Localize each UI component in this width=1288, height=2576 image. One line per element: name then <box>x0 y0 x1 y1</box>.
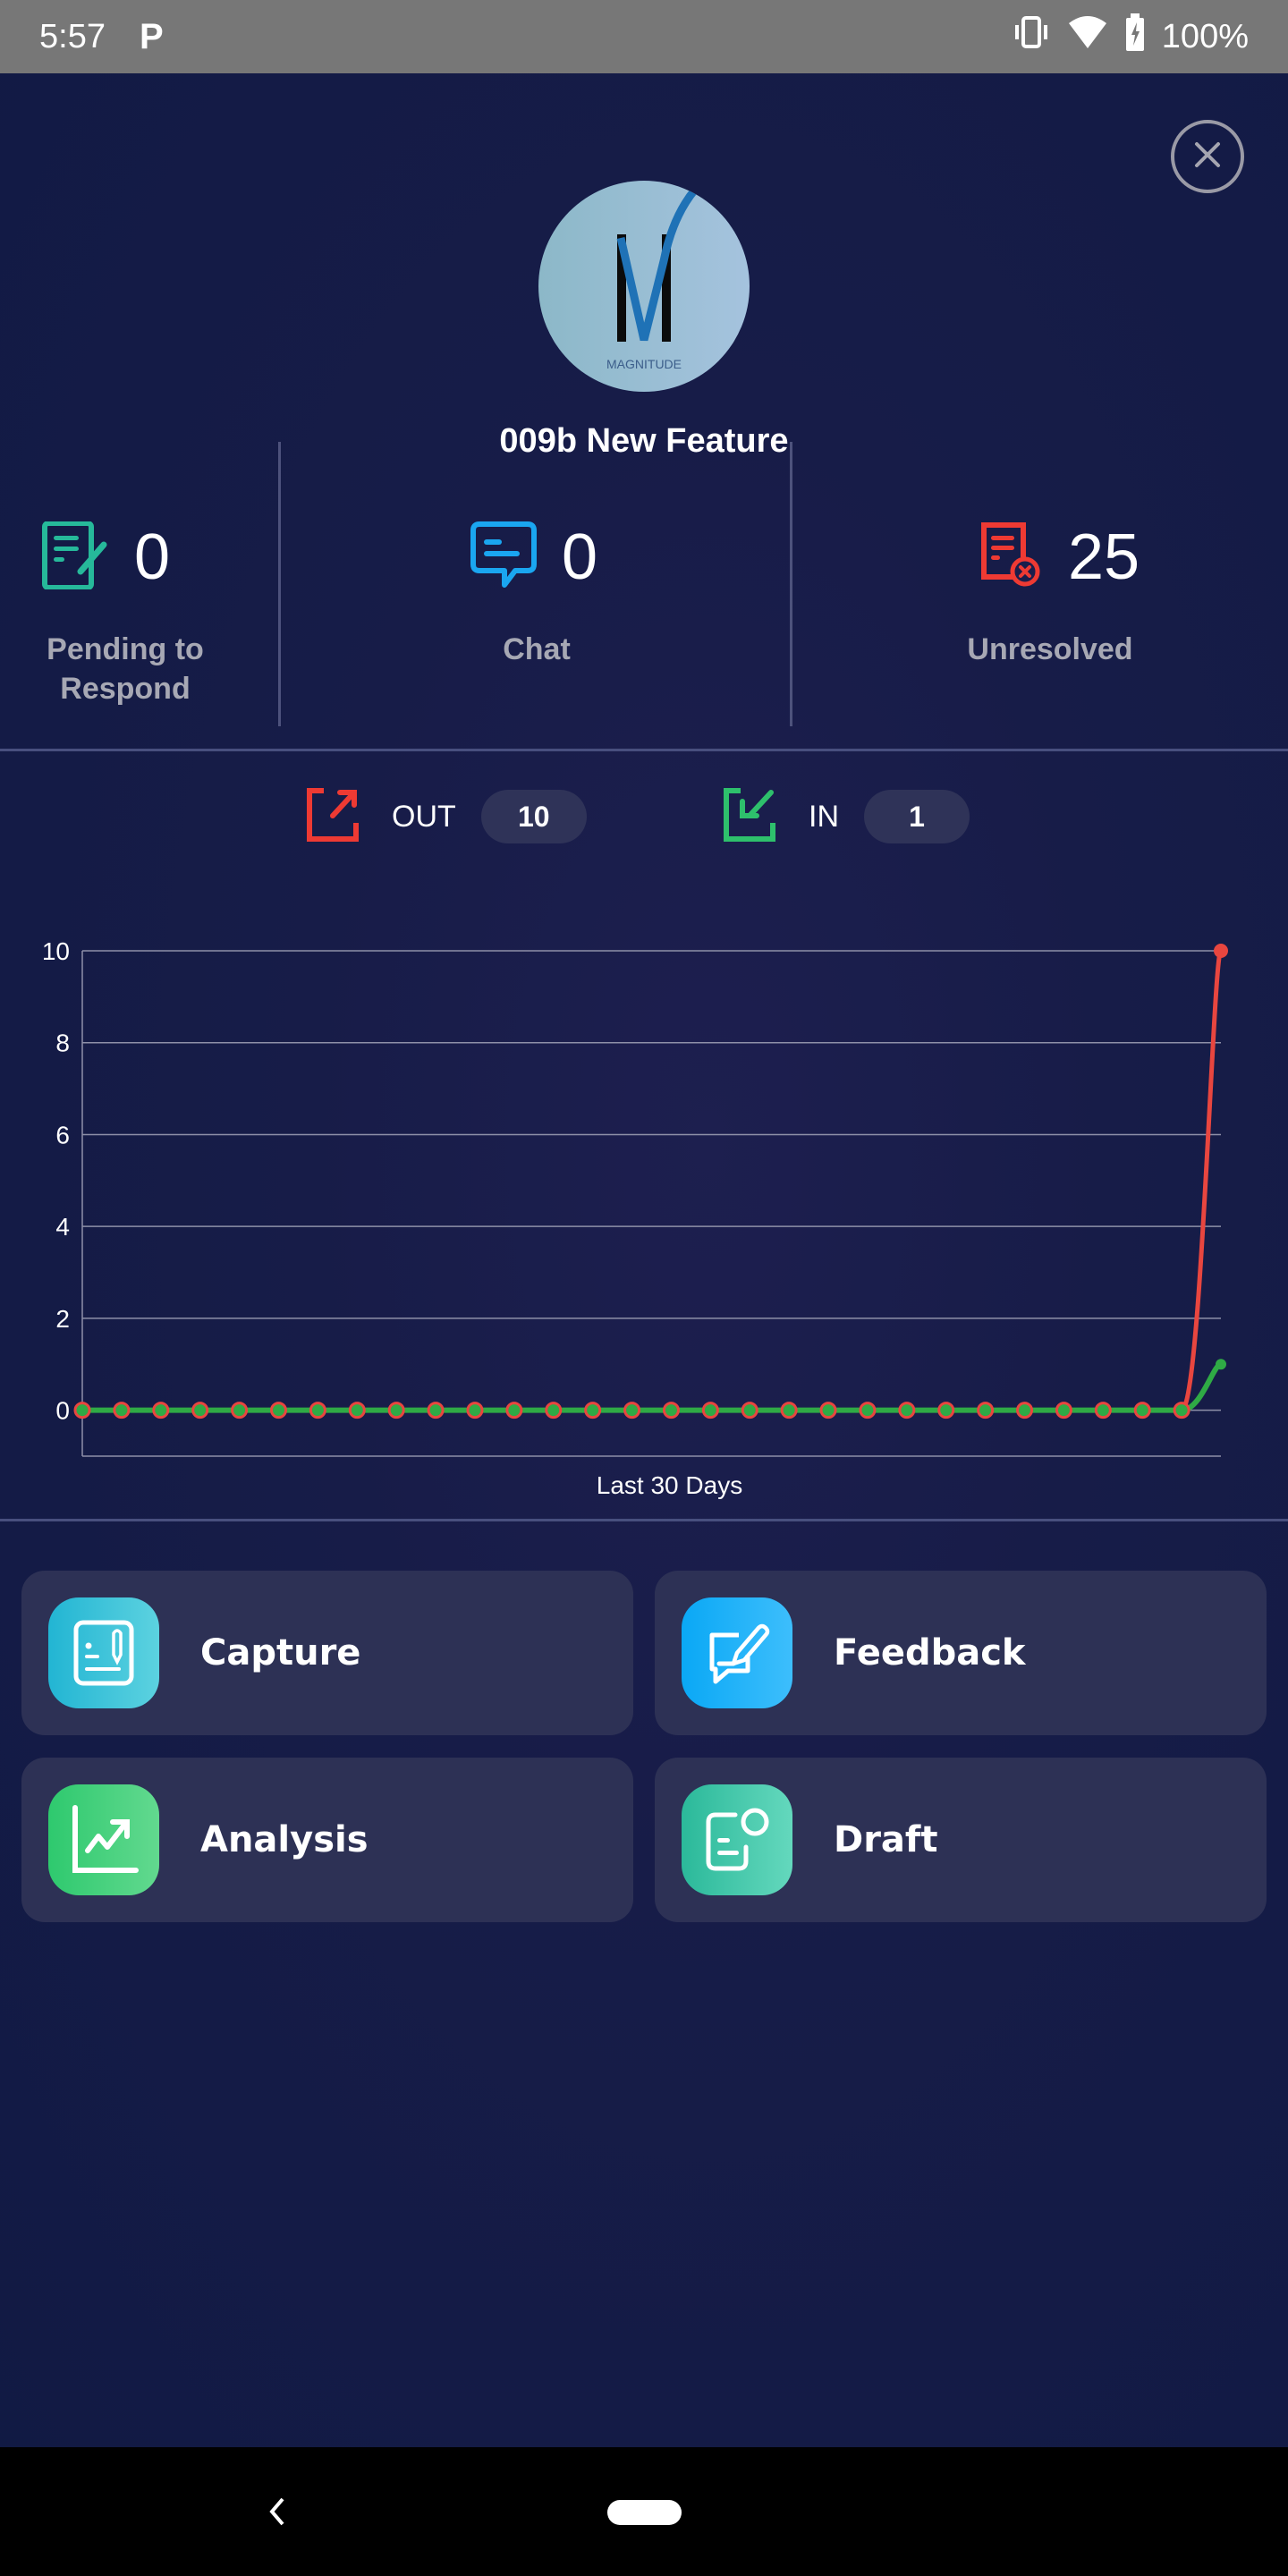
stat-divider <box>790 442 792 726</box>
close-icon <box>1192 140 1223 174</box>
analysis-button[interactable]: Analysis <box>21 1758 633 1922</box>
data-point <box>819 1402 837 1419</box>
status-bar: 5:57 P 100% <box>0 0 1288 73</box>
data-point <box>348 1402 366 1419</box>
y-tick-label: 10 <box>42 937 70 965</box>
activity-chart: 0 2 4 6 8 10 Last 30 Days <box>0 912 1288 1521</box>
battery-percent: 100% <box>1161 17 1249 55</box>
data-point <box>1133 1402 1151 1419</box>
data-point <box>309 1402 326 1419</box>
data-point <box>1055 1402 1072 1419</box>
data-point <box>701 1402 719 1419</box>
data-point <box>191 1402 209 1419</box>
page-title: 009b New Feature <box>499 422 789 460</box>
data-point <box>1016 1402 1034 1419</box>
data-point <box>505 1402 523 1419</box>
close-button[interactable] <box>1171 120 1244 193</box>
parking-p-icon: P <box>139 16 164 56</box>
svg-text:MAGNITUDE: MAGNITUDE <box>606 357 682 371</box>
home-pill-icon[interactable] <box>607 2500 682 2525</box>
chat-icon <box>470 521 537 594</box>
data-point <box>584 1402 602 1419</box>
y-tick-label: 8 <box>55 1030 70 1057</box>
out-indicator: OUT 10 <box>306 787 587 846</box>
chat-count: 0 <box>562 521 598 593</box>
out-label: OUT <box>392 799 456 834</box>
series-line-out <box>82 948 1224 1413</box>
stat-pending[interactable]: 0 <box>41 520 171 594</box>
draft-label: Draft <box>834 1819 938 1860</box>
vibrate-icon <box>1012 14 1051 59</box>
unresolved-count: 25 <box>1068 521 1140 593</box>
data-point <box>545 1402 563 1419</box>
data-point-out <box>1214 944 1228 958</box>
unresolved-label: Unresolved <box>967 632 1133 666</box>
pending-respond-icon <box>41 520 109 594</box>
draft-button[interactable]: Draft <box>655 1758 1267 1922</box>
data-point <box>73 1402 91 1419</box>
stat-chat[interactable]: 0 <box>470 521 597 594</box>
avatar: MAGNITUDE <box>538 181 750 392</box>
data-point <box>113 1402 131 1419</box>
data-point <box>898 1402 916 1419</box>
status-time: 5:57 <box>39 17 106 55</box>
back-icon[interactable] <box>259 2494 295 2529</box>
data-point <box>623 1402 641 1419</box>
in-indicator: IN 1 <box>723 787 970 846</box>
in-count-badge: 1 <box>864 790 970 843</box>
data-point <box>387 1402 405 1419</box>
pending-label: Pending to Respond <box>47 632 204 706</box>
navigation-bar <box>0 2447 1288 2576</box>
stat-unresolved[interactable]: 25 <box>979 521 1140 594</box>
data-point <box>1173 1402 1191 1419</box>
out-count-badge: 10 <box>480 790 587 843</box>
battery-charging-icon <box>1124 13 1146 60</box>
chat-label: Chat <box>503 632 571 666</box>
data-point <box>269 1402 287 1419</box>
wifi-icon <box>1067 14 1108 59</box>
data-point <box>741 1402 758 1419</box>
y-tick-label: 4 <box>55 1213 70 1241</box>
feedback-icon <box>682 1597 792 1708</box>
feedback-label: Feedback <box>834 1632 1026 1674</box>
data-point <box>231 1402 249 1419</box>
analysis-icon <box>48 1784 159 1895</box>
section-divider <box>0 749 1288 751</box>
feedback-button[interactable]: Feedback <box>655 1571 1267 1735</box>
unresolved-icon <box>979 521 1043 594</box>
capture-icon <box>48 1597 159 1708</box>
data-point <box>662 1402 680 1419</box>
incoming-icon <box>723 787 776 847</box>
draft-icon <box>682 1784 792 1895</box>
section-divider <box>0 1519 1288 1521</box>
y-tick-label: 2 <box>55 1305 70 1333</box>
data-point <box>1094 1402 1112 1419</box>
series-line-in <box>82 1361 1223 1413</box>
data-point <box>780 1402 798 1419</box>
data-point <box>937 1402 955 1419</box>
stat-divider <box>278 442 281 726</box>
pending-count: 0 <box>134 521 171 593</box>
data-point <box>977 1402 995 1419</box>
data-point-in <box>1216 1359 1226 1370</box>
in-label: IN <box>809 799 839 834</box>
data-point <box>859 1402 877 1419</box>
capture-label: Capture <box>200 1632 361 1674</box>
x-axis-label: Last 30 Days <box>597 1471 742 1499</box>
magnitude-logo-icon: MAGNITUDE <box>606 187 699 371</box>
analysis-label: Analysis <box>200 1819 369 1860</box>
capture-button[interactable]: Capture <box>21 1571 633 1735</box>
data-point <box>427 1402 445 1419</box>
activity-chart-svg: 0 2 4 6 8 10 Last 30 Days <box>42 937 1228 1499</box>
data-point <box>466 1402 484 1419</box>
y-tick-label: 6 <box>55 1121 70 1148</box>
outgoing-icon <box>306 787 360 847</box>
y-tick-label: 0 <box>55 1397 70 1425</box>
data-point <box>152 1402 170 1419</box>
